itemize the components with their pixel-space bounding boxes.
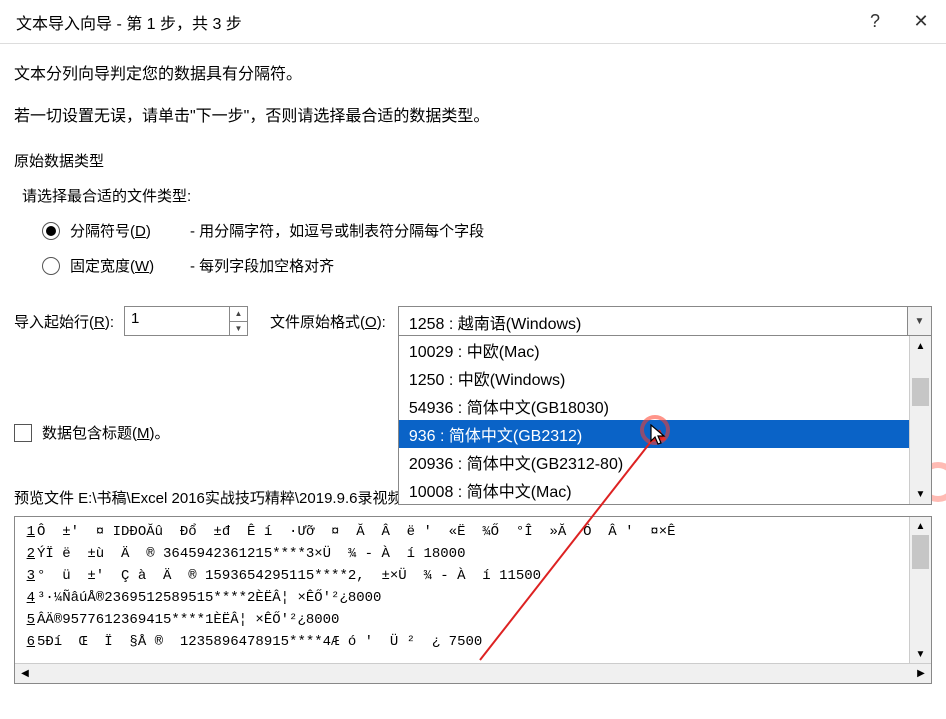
dropdown-item-selected[interactable]: 936 : 简体中文(GB2312): [399, 420, 909, 448]
radio-fixed-label: 固定宽度(W): [70, 255, 180, 276]
scroll-up-icon[interactable]: ▲: [910, 517, 931, 535]
dropdown-item[interactable]: 20936 : 简体中文(GB2312-80): [399, 448, 909, 476]
dropdown-item[interactable]: 1250 : 中欧(Windows): [399, 364, 909, 392]
headers-checkbox[interactable]: [14, 424, 32, 442]
radio-fixed[interactable]: [42, 257, 60, 275]
scroll-track[interactable]: [910, 356, 931, 484]
scroll-right-icon[interactable]: ▶: [911, 668, 931, 679]
radio-fixed-desc: - 每列字段加空格对齐: [190, 255, 334, 276]
start-row-label: 导入起始行(R):: [14, 311, 114, 332]
preview-vscrollbar[interactable]: ▲ ▼: [909, 517, 931, 663]
preview-text: 1Ô ±' ¤ IDĐOĂû Đổ ±đ Ê í ·Ưỡ ¤ Ă Â ë ' «…: [15, 517, 909, 663]
preview-line: 4³·¼ÑâúÅ®2369512589515****2ÈËÂ¦ ×ÊŐ'²¿80…: [19, 587, 905, 609]
preview-line: 2ÝÏ ë ±ù Ä ® 3645942361215****3×Ü ¾ - À …: [19, 543, 905, 565]
scroll-down-icon[interactable]: ▼: [910, 645, 931, 663]
dropdown-scrollbar[interactable]: ▲ ▼: [909, 336, 931, 504]
spin-down-icon[interactable]: ▼: [230, 322, 247, 336]
dropdown-item[interactable]: 10029 : 中欧(Mac): [399, 336, 909, 364]
preview-line: 5ÂÄ®9577612369415****1ÈËÂ¦ ×ÊŐ'²¿8000: [19, 609, 905, 631]
scroll-thumb[interactable]: [912, 535, 929, 569]
preview-line: 65Đí Œ Ï §Å ® 1235896478915****4Æ ó ' Ü …: [19, 631, 905, 653]
spin-up-icon[interactable]: ▲: [230, 307, 247, 322]
group-original-data-type: 原始数据类型: [14, 150, 932, 171]
radio-delimited[interactable]: [42, 222, 60, 240]
dropdown-list: 10029 : 中欧(Mac) 1250 : 中欧(Windows) 54936…: [399, 336, 909, 504]
scroll-up-icon[interactable]: ▲: [910, 336, 931, 356]
radio-delimited-row[interactable]: 分隔符号(D) - 用分隔字符，如逗号或制表符分隔每个字段: [42, 220, 932, 241]
preview-line: 1Ô ±' ¤ IDĐOĂû Đổ ±đ Ê í ·Ưỡ ¤ Ă Â ë ' «…: [19, 521, 905, 543]
dropdown-item[interactable]: 10008 : 简体中文(Mac): [399, 476, 909, 504]
group-subtitle: 请选择最合适的文件类型:: [22, 185, 932, 206]
preview-hscrollbar[interactable]: ◀ ▶: [15, 663, 931, 683]
scroll-down-icon[interactable]: ▼: [910, 484, 931, 504]
file-origin-label: 文件原始格式(O):: [270, 311, 386, 332]
headers-checkbox-label: 数据包含标题(M)。: [42, 422, 170, 443]
file-origin-combobox[interactable]: 1258 : 越南语(Windows) ▼: [398, 306, 932, 336]
file-origin-dropdown: 10029 : 中欧(Mac) 1250 : 中欧(Windows) 54936…: [398, 335, 932, 505]
radio-delimited-desc: - 用分隔字符，如逗号或制表符分隔每个字段: [190, 220, 484, 241]
preview-box: 1Ô ±' ¤ IDĐOĂû Đổ ±đ Ê í ·Ưỡ ¤ Ă Â ë ' «…: [14, 516, 932, 684]
intro-text: 文本分列向导判定您的数据具有分隔符。: [14, 60, 932, 84]
scroll-thumb[interactable]: [912, 378, 929, 406]
start-row-spinner[interactable]: 1 ▲ ▼: [124, 306, 248, 336]
dropdown-item[interactable]: 54936 : 简体中文(GB18030): [399, 392, 909, 420]
intro-text-2: 若一切设置无误，请单击"下一步"，否则请选择最合适的数据类型。: [14, 102, 932, 126]
help-button[interactable]: ?: [852, 0, 898, 44]
chevron-down-icon[interactable]: ▼: [907, 307, 931, 335]
titlebar: 文本导入向导 - 第 1 步，共 3 步 ? ✕: [0, 0, 946, 44]
scroll-left-icon[interactable]: ◀: [15, 668, 35, 679]
scroll-track[interactable]: [910, 535, 931, 645]
file-origin-value: 1258 : 越南语(Windows): [399, 307, 907, 335]
close-button[interactable]: ✕: [898, 0, 944, 44]
radio-delimited-label: 分隔符号(D): [70, 220, 180, 241]
start-row-value[interactable]: 1: [125, 307, 229, 335]
preview-line: 3° ü ±' Ç à Ä ® 1593654295115****2, ±×Ü …: [19, 565, 905, 587]
scroll-track[interactable]: [35, 664, 911, 683]
radio-fixed-row[interactable]: 固定宽度(W) - 每列字段加空格对齐: [42, 255, 932, 276]
dialog-title: 文本导入向导 - 第 1 步，共 3 步: [16, 10, 852, 34]
